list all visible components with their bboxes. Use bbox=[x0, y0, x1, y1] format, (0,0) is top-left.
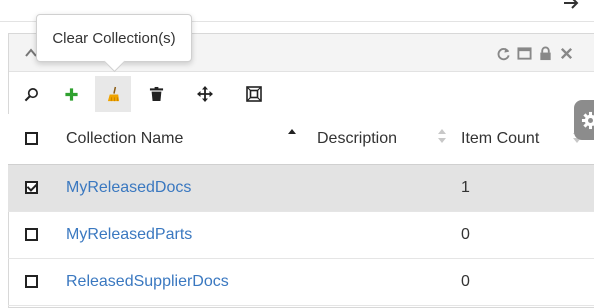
settings-tab[interactable] bbox=[574, 100, 594, 140]
item-count-cell: 1 bbox=[453, 164, 594, 211]
sort-icon[interactable] bbox=[437, 128, 447, 144]
search-button[interactable] bbox=[13, 76, 49, 112]
select-all-checkbox[interactable] bbox=[25, 132, 38, 145]
row-checkbox[interactable] bbox=[25, 275, 38, 288]
description-cell bbox=[309, 211, 453, 258]
collection-link[interactable]: ReleasedSupplierDocs bbox=[66, 273, 229, 290]
table-row[interactable]: ReleasedSupplierDocs 0 bbox=[8, 258, 594, 305]
table-row[interactable]: MyReleasedParts 0 bbox=[8, 211, 594, 258]
item-count-cell: 0 bbox=[453, 258, 594, 305]
lock-icon[interactable] bbox=[538, 46, 553, 61]
delete-button[interactable] bbox=[138, 76, 174, 112]
row-checkbox[interactable] bbox=[25, 181, 38, 194]
fit-icon bbox=[246, 86, 262, 102]
header-select-all[interactable] bbox=[8, 114, 58, 164]
tooltip-clear-collection: Clear Collection(s) bbox=[36, 14, 192, 62]
table-header-row: Collection Name Description Item Count bbox=[8, 114, 594, 164]
move-button[interactable] bbox=[187, 76, 223, 112]
close-icon[interactable] bbox=[559, 46, 574, 61]
column-header-description[interactable]: Description bbox=[309, 114, 453, 164]
column-label: Description bbox=[317, 130, 397, 147]
collection-link[interactable]: MyReleasedParts bbox=[66, 226, 192, 243]
table-row[interactable]: MyReleasedDocs 1 bbox=[8, 164, 594, 211]
window-controls bbox=[496, 46, 574, 61]
refresh-icon[interactable] bbox=[496, 46, 511, 61]
description-cell bbox=[309, 164, 453, 211]
column-header-item-count[interactable]: Item Count bbox=[453, 114, 594, 164]
description-cell bbox=[309, 258, 453, 305]
toolbar bbox=[9, 72, 594, 114]
add-button[interactable] bbox=[53, 76, 89, 112]
row-checkbox[interactable] bbox=[25, 228, 38, 241]
item-count-cell: 0 bbox=[453, 211, 594, 258]
collections-table: Collection Name Description Item Count M… bbox=[8, 114, 594, 306]
arrow-right-icon[interactable] bbox=[562, 0, 580, 12]
add-icon bbox=[64, 87, 79, 102]
clear-collection-button[interactable] bbox=[95, 76, 131, 112]
collection-link[interactable]: MyReleasedDocs bbox=[66, 179, 191, 196]
sort-ascending-icon[interactable] bbox=[287, 128, 297, 144]
fit-button[interactable] bbox=[236, 76, 272, 112]
column-label: Item Count bbox=[461, 130, 539, 147]
column-label: Collection Name bbox=[66, 130, 183, 147]
gear-icon bbox=[581, 111, 594, 130]
tooltip-text: Clear Collection(s) bbox=[52, 30, 175, 47]
search-icon bbox=[24, 87, 39, 102]
maximize-icon[interactable] bbox=[517, 46, 532, 61]
trash-icon bbox=[149, 86, 164, 102]
broom-icon bbox=[106, 86, 121, 103]
move-icon bbox=[197, 86, 213, 102]
column-header-collection-name[interactable]: Collection Name bbox=[58, 114, 309, 164]
